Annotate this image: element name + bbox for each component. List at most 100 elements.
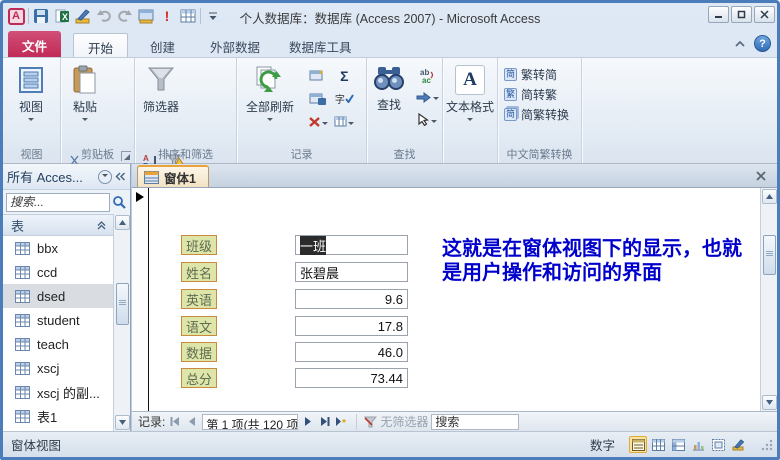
customize-quick-access-dropdown-icon[interactable] [204, 7, 222, 25]
nav-scrollbar[interactable] [113, 214, 130, 431]
undo-icon[interactable] [95, 7, 113, 25]
nav-group-tables[interactable]: 表 [3, 214, 113, 236]
field-value-class[interactable]: 一班 [295, 235, 408, 255]
nav-menu-dropdown-icon[interactable] [98, 169, 112, 184]
ribbon: 视图 视图 粘贴 剪贴板 筛选器 A 排序和筛选 全部刷新 * Σ 字 记录 查… [3, 57, 777, 216]
tab-home[interactable]: 开始 [73, 33, 129, 57]
tab-external-data[interactable]: 外部数据 [196, 33, 274, 57]
navigation-pane-header[interactable]: 所有 Acces... [3, 164, 130, 190]
spelling-icon: 字 [334, 95, 345, 106]
goto-button[interactable] [415, 87, 439, 108]
find-button[interactable]: 查找 [369, 61, 409, 147]
design-view-icon[interactable] [729, 436, 747, 453]
nav-item-ccd[interactable]: ccd [3, 260, 113, 284]
table-icon [15, 337, 30, 351]
tab-create[interactable]: 创建 [136, 33, 189, 57]
scroll-down-icon[interactable] [761, 395, 777, 410]
table-icon [15, 289, 30, 303]
nav-item-bbx[interactable]: bbx [3, 236, 113, 260]
current-record-box[interactable]: 第 1 项(共 120 项 [202, 413, 299, 430]
help-icon[interactable]: ? [754, 35, 771, 52]
form-view-icon[interactable] [629, 436, 647, 453]
field-value-total[interactable]: 73.44 [295, 368, 408, 388]
nav-search-input[interactable] [6, 192, 110, 212]
dropdown-carat [348, 121, 355, 128]
nav-item-table1[interactable]: 表1 [3, 404, 113, 428]
quick-access-toolbar: A X ! [7, 5, 222, 27]
totals-button[interactable]: Σ [332, 65, 356, 86]
collapse-group-icon[interactable] [96, 220, 107, 230]
record-search-input[interactable] [431, 413, 520, 430]
field-value-name[interactable]: 张碧晨 [295, 262, 408, 282]
next-record-icon[interactable] [301, 415, 315, 429]
more-records-button[interactable] [332, 111, 356, 132]
replace-button[interactable]: ab ac [415, 65, 439, 86]
access-logo-icon[interactable]: A [7, 7, 25, 25]
table-icon [15, 385, 30, 399]
window-controls [708, 6, 775, 23]
text-formatting-button[interactable]: A 文本格式 [445, 61, 495, 147]
no-filter-indicator[interactable]: 无筛选器 [364, 413, 428, 430]
traditional-to-simplified-button[interactable]: 简 繁转简 [500, 64, 579, 84]
document-tab-bar: 窗体1 [132, 164, 777, 188]
paste-button[interactable]: 粘贴 [63, 61, 107, 147]
tab-file[interactable]: 文件 [8, 31, 62, 57]
views-icon [19, 67, 43, 93]
new-record-button[interactable]: * [306, 65, 330, 86]
delete-record-button[interactable] [306, 111, 330, 132]
new-record-icon[interactable]: * [335, 415, 349, 429]
collapse-ribbon-icon[interactable] [734, 40, 746, 48]
pivottable-view-icon[interactable] [669, 436, 687, 453]
shutter-bar-close-icon[interactable] [115, 172, 126, 181]
refresh-all-button[interactable]: 全部刷新 [239, 61, 301, 147]
first-record-icon[interactable] [168, 415, 182, 429]
views-button[interactable]: 视图 [5, 61, 57, 147]
field-label-class: 班级 [181, 235, 217, 255]
field-value-english[interactable]: 9.6 [295, 289, 408, 309]
group-text-formatting: A 文本格式 [443, 58, 498, 163]
record-selector-bar[interactable] [132, 188, 149, 411]
redo-icon[interactable] [116, 7, 134, 25]
form-scroll-thumb[interactable] [762, 235, 776, 275]
save-icon[interactable] [32, 7, 50, 25]
field-value-data[interactable]: 46.0 [295, 342, 408, 362]
restore-button[interactable] [731, 6, 752, 23]
tab-form1[interactable]: 窗体1 [137, 165, 209, 187]
nav-scroll-thumb[interactable] [115, 283, 129, 325]
datasheet-view-icon[interactable] [649, 436, 667, 453]
form-wizard-icon[interactable] [137, 7, 155, 25]
pivotchart-view-icon[interactable] [689, 436, 707, 453]
scroll-down-icon[interactable] [114, 415, 130, 430]
simplified-to-traditional-button[interactable]: 繁 简转繁 [500, 84, 579, 104]
spelling-button[interactable]: 字 [332, 88, 356, 109]
export-excel-icon[interactable]: X [53, 7, 71, 25]
form-scrollbar[interactable] [760, 188, 777, 411]
last-record-icon[interactable] [318, 415, 332, 429]
nav-item-teach[interactable]: teach [3, 332, 113, 356]
design-view-icon[interactable] [74, 7, 92, 25]
nav-item-dsed[interactable]: dsed [3, 284, 113, 308]
save-record-button[interactable] [306, 88, 330, 109]
nav-item-xscj-copy[interactable]: xscj 的副... [3, 380, 113, 404]
scroll-up-icon[interactable] [761, 189, 777, 204]
convert-with-options-button[interactable]: 简 简繁转换 [500, 104, 579, 124]
table-icon[interactable] [179, 7, 197, 25]
close-document-icon[interactable] [753, 168, 769, 184]
field-label-total: 总分 [181, 368, 217, 388]
minimize-button[interactable] [708, 6, 729, 23]
close-button[interactable] [754, 6, 775, 23]
layout-view-icon[interactable] [709, 436, 727, 453]
svg-text:*: * [319, 69, 323, 79]
previous-record-icon[interactable] [185, 415, 199, 429]
search-icon[interactable] [112, 195, 127, 210]
filter-button[interactable]: 筛选器 [137, 61, 185, 147]
ribbon-tab-row: 文件 开始 创建 外部数据 数据库工具 ? [3, 28, 777, 57]
resize-grip[interactable] [761, 439, 773, 451]
field-value-chinese[interactable]: 17.8 [295, 316, 408, 336]
scroll-up-icon[interactable] [114, 215, 130, 230]
priority-exclamation-icon[interactable]: ! [158, 7, 176, 25]
nav-item-xscj[interactable]: xscj [3, 356, 113, 380]
select-button[interactable] [415, 109, 439, 130]
nav-item-student[interactable]: student [3, 308, 113, 332]
tab-database-tools[interactable]: 数据库工具 [275, 33, 366, 57]
